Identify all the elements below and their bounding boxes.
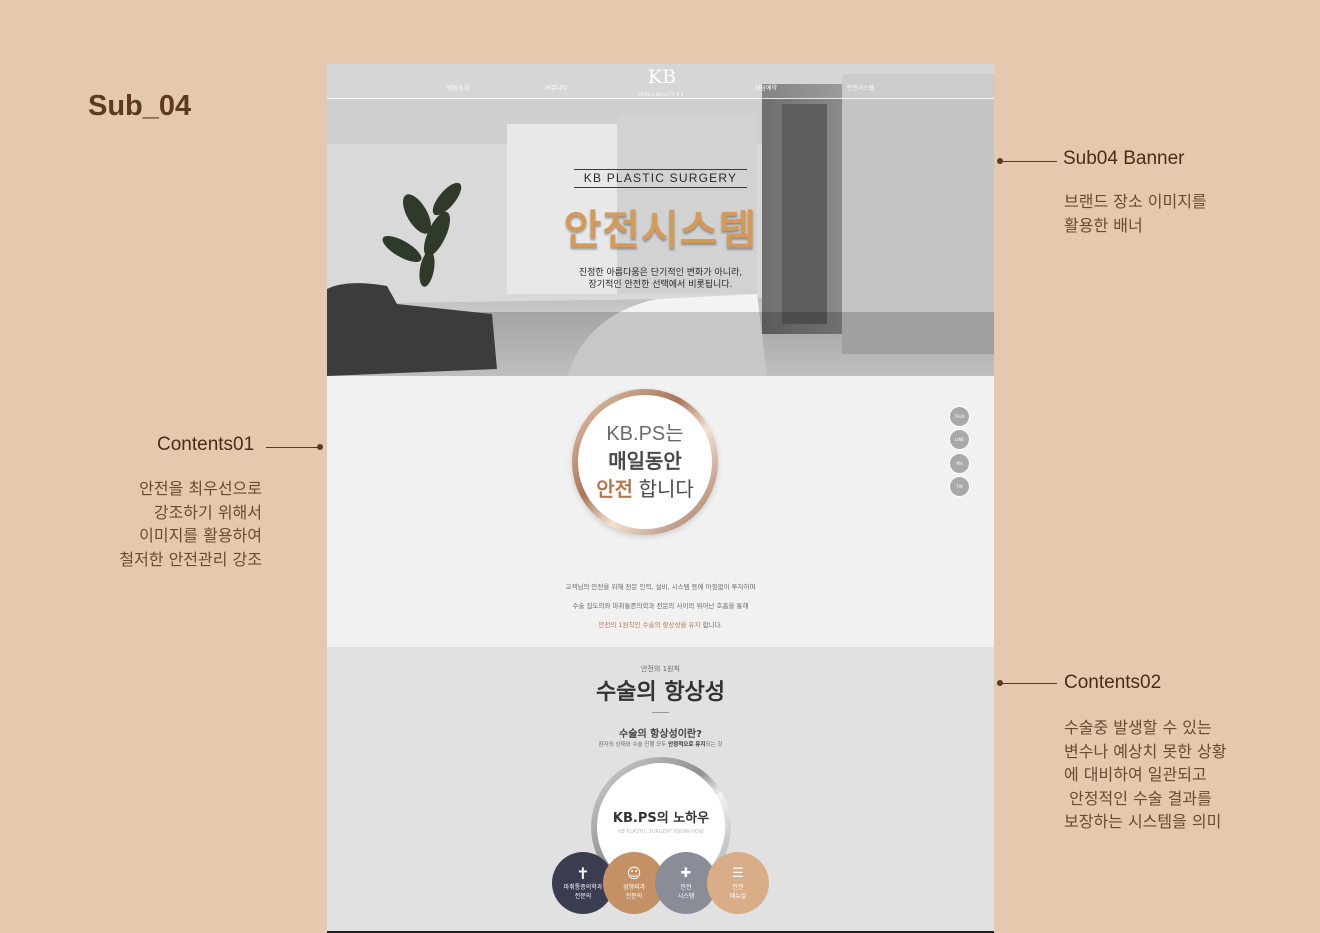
- knowhow-item-safety-manual[interactable]: ☰ 안전 매뉴얼: [707, 852, 769, 914]
- banner-copy: 진정한 아름다움은 단기적인 변화가 아니라, 장기적인 안전한 선택에서 비롯…: [578, 268, 743, 290]
- sns-twitch-button[interactable]: TW: [949, 476, 970, 497]
- title-divider: [652, 712, 669, 713]
- nav-item-about[interactable]: 병원소개: [447, 83, 469, 92]
- annotation-dot-contents01: [317, 444, 323, 450]
- ambulance-icon: ✚: [680, 866, 692, 881]
- nav-item-safety[interactable]: 안전시스템: [847, 83, 875, 92]
- definition-desc: 환자의 상태와 수술 진행 모두 안정적으로 유지되는 것: [598, 742, 723, 748]
- contents01-text: 고객님의 안전을 위해 전문 인력, 설비, 시스템 등에 아낌없이 투자하며 …: [565, 583, 756, 629]
- annotation-desc-banner: 브랜드 장소 이미지를 활용한 배너: [1064, 192, 1207, 235]
- banner-headline: 안전시스템: [563, 206, 758, 254]
- contents01-section: TALK LINE WA TW KB.PS는 매일동안 안전 합니다 고객님의 …: [327, 376, 994, 647]
- annotation-line-contents02: [1000, 683, 1057, 684]
- annotation-desc-contents01: 안전을 최우선으로 강조하기 위해서 이미지를 활용하여 철저한 안전관리 강조: [119, 479, 262, 569]
- annotation-line-banner: [1000, 161, 1057, 162]
- website-mockup: 병원소개 커뮤니티 KB KOREA BEAUTY P.S 상담예약 안전시스템…: [327, 64, 994, 933]
- banner-eyebrow: KB PLASTIC SURGERY: [583, 171, 738, 185]
- nav-item-consult[interactable]: 상담예약: [755, 83, 777, 92]
- contents02-section: 안전의 1원칙 수술의 항상성 수술의 항상성이란? 환자의 상태와 수술 진행…: [327, 647, 994, 933]
- sns-whatsapp-button[interactable]: WA: [949, 453, 970, 474]
- annotation-title-contents01: Contents01: [157, 434, 255, 455]
- contents02-title: 수술의 항상성: [595, 680, 726, 705]
- annotation-title-contents02: Contents02: [1064, 672, 1162, 693]
- contents02-eyebrow: 안전의 1원칙: [641, 665, 680, 673]
- knowhow-title: KB.PS의 노하우: [612, 811, 710, 826]
- sns-talk-button[interactable]: TALK: [949, 406, 970, 427]
- sub04-banner: 병원소개 커뮤니티 KB KOREA BEAUTY P.S 상담예약 안전시스템…: [327, 64, 994, 376]
- knowhow-subtitle: KB PLASTIC SURGERY KNOW-HOW: [618, 829, 704, 835]
- syringe-icon: ✝: [576, 864, 590, 883]
- doctor-icon: ☺: [626, 866, 642, 882]
- sns-line-button[interactable]: LINE: [949, 429, 970, 450]
- definition-question: 수술의 항상성이란?: [619, 729, 702, 740]
- nav-item-community[interactable]: 커뮤니티: [545, 83, 567, 92]
- page-title: Sub_04: [88, 90, 192, 122]
- kb-logo[interactable]: KB: [645, 66, 679, 88]
- kb-logo-subtext: KOREA BEAUTY P.S: [638, 92, 684, 97]
- clipboard-icon: ☰: [732, 866, 744, 881]
- safety-circle: KB.PS는 매일동안 안전 합니다: [578, 395, 712, 529]
- annotation-line-contents01: [266, 447, 319, 448]
- annotation-desc-contents02: 수술중 발생할 수 있는 변수나 예상치 못한 상황 에 대비하여 일관되고 안…: [1064, 718, 1227, 831]
- annotation-title-banner: Sub04 Banner: [1063, 148, 1185, 169]
